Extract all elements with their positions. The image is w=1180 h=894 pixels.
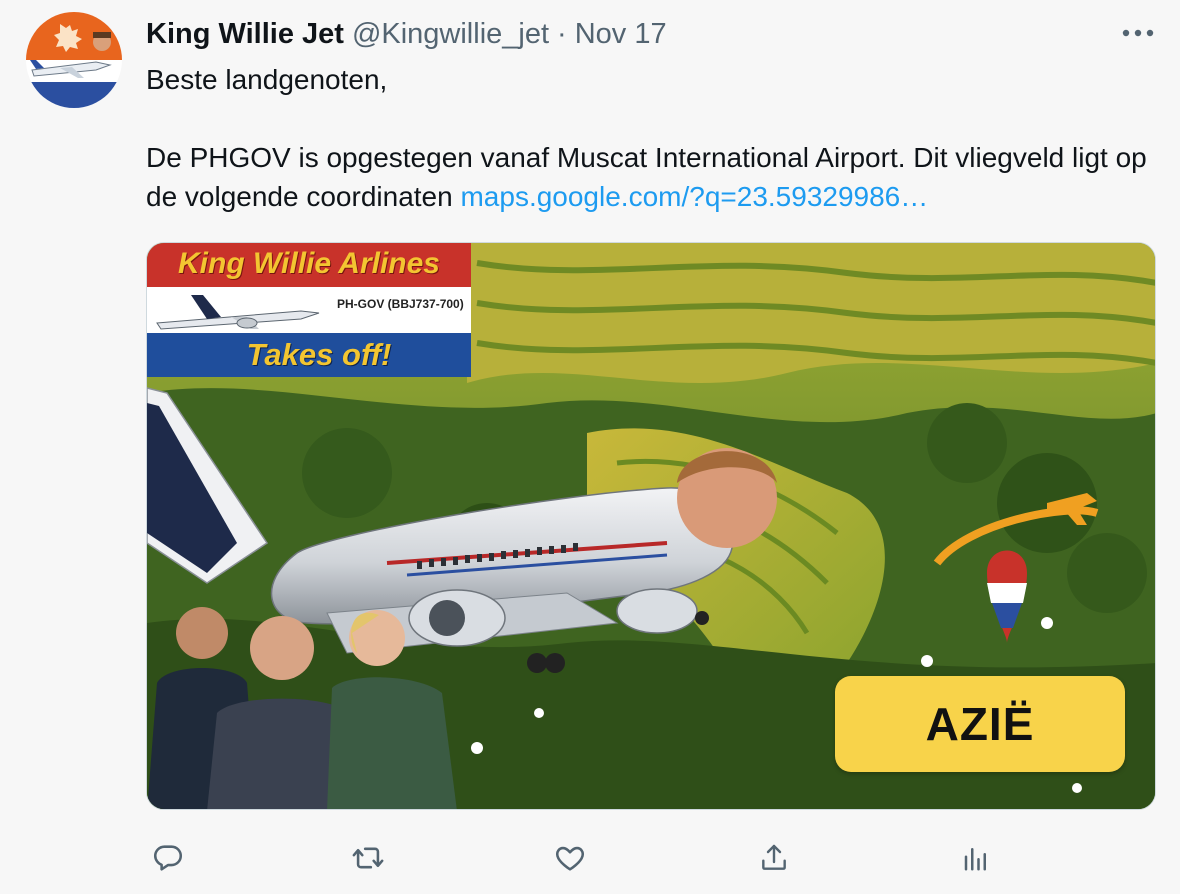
tweet-text: Beste landgenoten, De PHGOV is opgestege… (146, 60, 1156, 216)
tweet-text-line-1: Beste landgenoten, (146, 64, 388, 95)
more-button[interactable] (1118, 16, 1158, 50)
tweet-media[interactable]: King Willie Arlines PH-GOV (BBJ737-700) … (146, 242, 1156, 810)
tweet-header: King Willie Jet @Kingwillie_jet · Nov 17 (146, 14, 667, 54)
like-button[interactable] (548, 836, 592, 880)
destination-badge-label: AZIË (925, 698, 1035, 750)
author-display-name[interactable]: King Willie Jet (146, 18, 344, 51)
separator-dot: · (557, 17, 567, 50)
reply-button[interactable] (146, 836, 190, 880)
airline-banner: King Willie Arlines PH-GOV (BBJ737-700) … (147, 243, 471, 377)
analytics-icon (964, 848, 986, 871)
share-button[interactable] (752, 836, 796, 880)
avatar-image (26, 12, 122, 108)
share-icon (762, 844, 786, 870)
more-icon (1122, 29, 1154, 37)
reply-icon (153, 845, 183, 871)
banner-subtitle: Takes off! (246, 337, 392, 372)
retweet-button[interactable] (346, 836, 390, 880)
retweet-icon (352, 847, 384, 869)
banner-registration: PH-GOV (BBJ737-700) (337, 297, 464, 311)
tweet[interactable]: King Willie Jet @Kingwillie_jet · Nov 17… (0, 0, 1180, 894)
maps-link[interactable]: maps.google.com/?q=23.59329986… (460, 181, 928, 212)
destination-badge: AZIË (835, 676, 1125, 772)
analytics-button[interactable] (954, 836, 998, 880)
tweet-text-line-2: De PHGOV is opgestegen vanaf Muscat Inte… (146, 138, 1156, 216)
author-handle[interactable]: @Kingwillie_jet (352, 18, 549, 51)
tweet-actions (146, 836, 1156, 880)
banner-plane-icon (156, 295, 320, 330)
avatar[interactable] (26, 12, 122, 108)
like-icon (556, 846, 584, 871)
banner-title: King Willie Arlines (178, 247, 440, 280)
tweet-date[interactable]: Nov 17 (575, 18, 667, 51)
